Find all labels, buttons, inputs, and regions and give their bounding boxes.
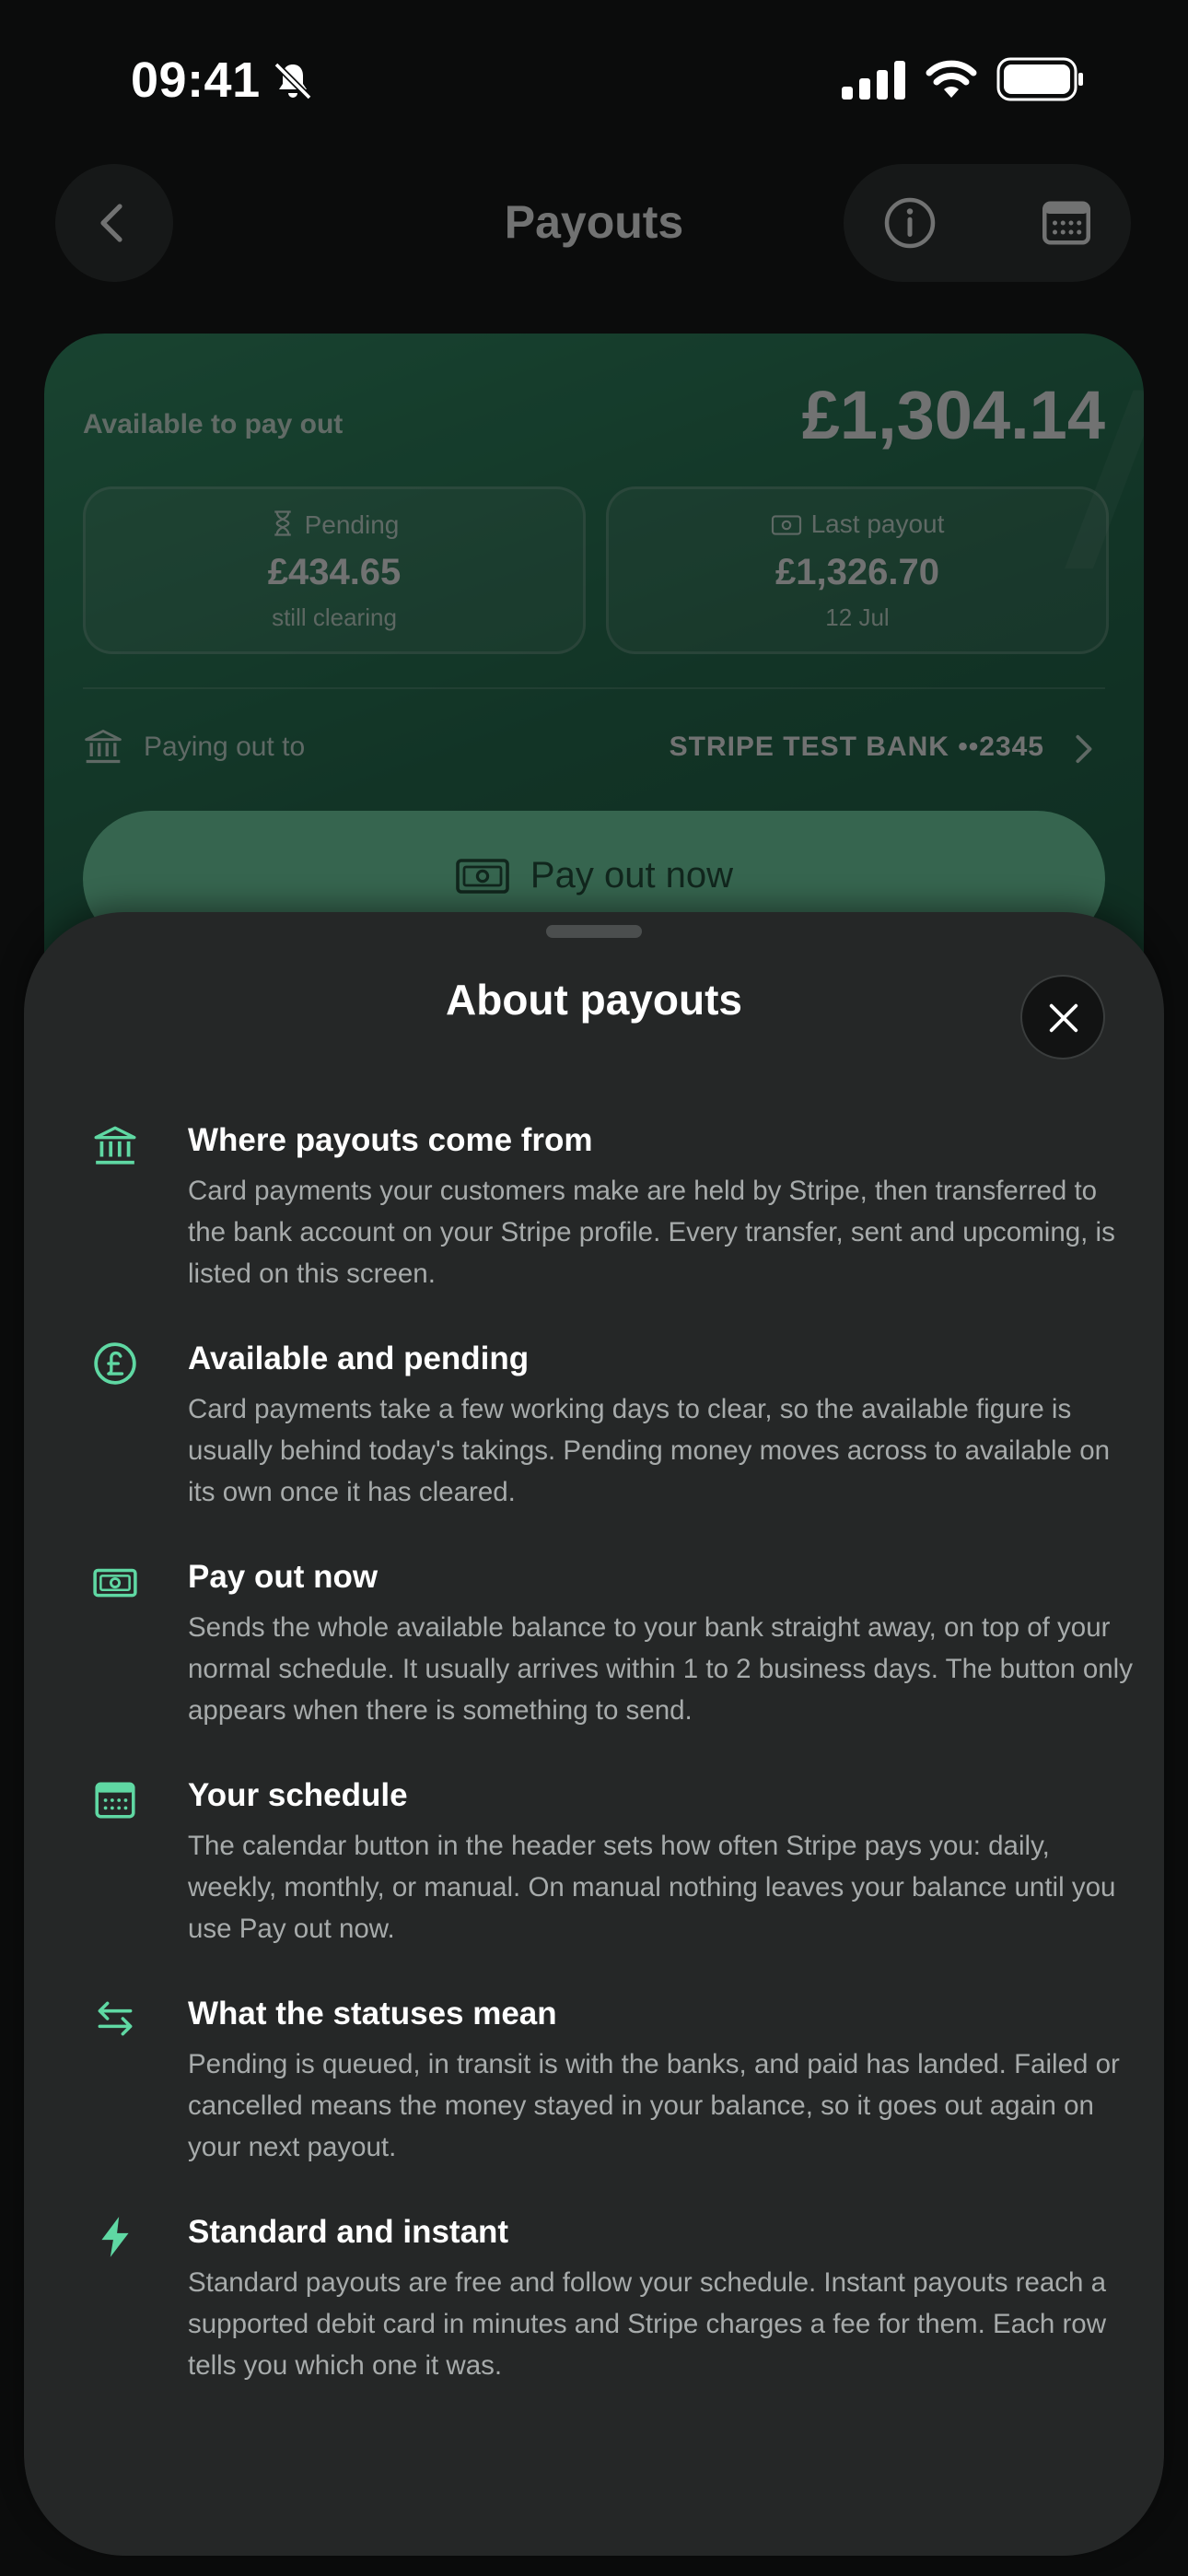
lightning-icon: [101, 2217, 129, 2257]
last-payout-tile: Last payout £1,326.70 12 Jul: [606, 486, 1109, 654]
bank-icon: [85, 730, 122, 764]
item-body: Standard payouts are free and follow you…: [188, 2267, 1107, 2381]
calendar-icon: [95, 1782, 135, 1819]
item-title: Your schedule: [188, 1777, 408, 1813]
last-payout-date: 12 Jul: [825, 603, 890, 631]
item-body: Card payments take a few working days to…: [188, 1394, 1111, 1507]
paying-out-label: Paying out to: [144, 732, 306, 762]
last-payout-amount: £1,326.70: [775, 552, 939, 592]
pending-tile: Pending £434.65 still clearing: [83, 486, 586, 654]
available-label: Available to pay out: [83, 409, 344, 439]
bank-icon: [94, 1126, 136, 1165]
close-icon: [1049, 1003, 1078, 1033]
about-payouts-sheet: About payouts Where payouts come from Ca…: [24, 912, 1164, 2556]
sheet-title: About payouts: [446, 976, 742, 1024]
item-title: Pay out now: [188, 1559, 379, 1595]
header-actions: [844, 164, 1131, 282]
item-body: Card payments your customers make are he…: [188, 1176, 1115, 1289]
calendar-icon[interactable]: [1039, 195, 1094, 251]
last-payout-label: Last payout: [810, 509, 945, 538]
banknote-icon: [771, 515, 801, 535]
close-button[interactable]: [1020, 975, 1105, 1060]
arrows-exchange-icon: [98, 2001, 133, 2036]
pound-circle-icon: [94, 1342, 136, 1385]
chevron-right-icon[interactable]: [1070, 733, 1096, 765]
banknote-icon: [456, 859, 509, 894]
item-body: The calendar button in the header sets h…: [188, 1831, 1116, 1944]
item-title: What the statuses mean: [188, 1996, 557, 2032]
item-title: Available and pending: [188, 1341, 530, 1376]
item-body: Sends the whole available balance to you…: [188, 1612, 1133, 1726]
pending-sub: still clearing: [272, 603, 397, 631]
sheet-grabber[interactable]: [546, 925, 642, 938]
info-icon[interactable]: [882, 195, 938, 251]
pending-label: Pending: [304, 510, 400, 539]
item-title: Standard and instant: [188, 2214, 509, 2250]
pay-out-now-label: Pay out now: [530, 855, 734, 896]
item-body: Pending is queued, in transit is with th…: [188, 2049, 1120, 2162]
bank-account[interactable]: STRIPE TEST BANK ••2345: [670, 732, 1044, 763]
card-divider: [83, 687, 1105, 689]
hourglass-icon: [274, 510, 291, 536]
available-amount: £1,304.14: [801, 377, 1105, 453]
banknote-icon: [93, 1568, 137, 1598]
pending-amount: £434.65: [267, 552, 402, 592]
item-title: Where payouts come from: [188, 1122, 593, 1158]
